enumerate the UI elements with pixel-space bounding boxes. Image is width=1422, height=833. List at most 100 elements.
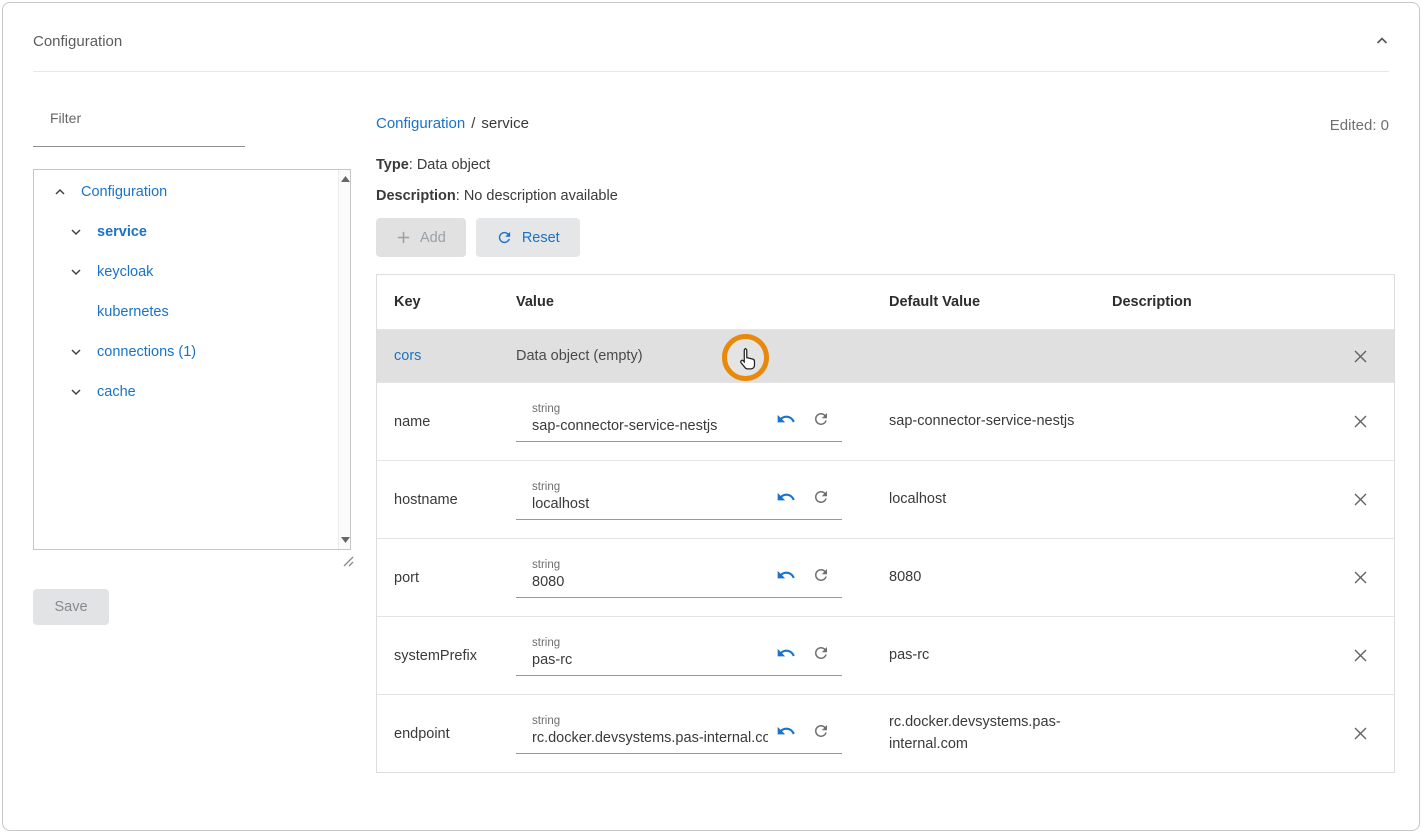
reset-value-button[interactable] xyxy=(812,722,830,740)
close-icon xyxy=(1353,570,1368,585)
default-value: sap-connector-service-nestjs xyxy=(889,411,1112,432)
type-value: : Data object xyxy=(409,157,490,173)
hand-pointer-icon xyxy=(736,346,759,371)
breadcrumb-separator: / xyxy=(471,115,475,132)
scroll-up-icon[interactable] xyxy=(340,173,350,185)
table-row-cors[interactable]: cors Data object (empty) xyxy=(377,329,1394,382)
value-input[interactable] xyxy=(532,493,768,512)
undo-button[interactable] xyxy=(776,487,796,507)
tree-item-label: service xyxy=(97,224,147,240)
column-header-key: Key xyxy=(394,294,516,310)
close-icon xyxy=(1353,648,1368,663)
property-key: hostname xyxy=(394,492,516,508)
value-type-label: string xyxy=(532,637,768,649)
divider xyxy=(33,71,1389,72)
remove-property-button[interactable] xyxy=(1353,570,1368,585)
add-button[interactable]: Add xyxy=(376,218,466,257)
type-line: Type: Data object xyxy=(376,157,490,173)
tree-item-cache[interactable]: cache xyxy=(34,372,337,412)
reset-value-button[interactable] xyxy=(812,566,830,584)
chevron-up-icon[interactable] xyxy=(48,184,72,200)
chevron-down-icon[interactable] xyxy=(64,384,88,400)
value-editor: string xyxy=(516,635,842,676)
table-row-name: name string sap-connector-service-nestjs xyxy=(377,382,1394,460)
reset-value-button[interactable] xyxy=(812,410,830,428)
undo-button[interactable] xyxy=(776,409,796,429)
breadcrumb-configuration-link[interactable]: Configuration xyxy=(376,115,465,132)
undo-button[interactable] xyxy=(776,643,796,663)
undo-icon xyxy=(776,643,796,663)
description-value: : No description available xyxy=(456,188,618,204)
value-type-label: string xyxy=(532,715,768,727)
close-icon xyxy=(1353,414,1368,429)
tree-item-label: Configuration xyxy=(81,184,167,200)
value-input[interactable] xyxy=(532,415,768,434)
scroll-down-icon[interactable] xyxy=(340,534,350,546)
chevron-up-icon xyxy=(1373,32,1391,50)
undo-button[interactable] xyxy=(776,565,796,585)
action-buttons: Add Reset xyxy=(376,218,580,257)
breadcrumb: Configuration/service xyxy=(376,115,529,132)
panel-title: Configuration xyxy=(33,33,122,50)
description-label: Description xyxy=(376,188,456,204)
collapse-panel-button[interactable] xyxy=(1371,30,1393,52)
refresh-icon xyxy=(812,722,830,740)
value-type-label: string xyxy=(532,403,768,415)
refresh-icon xyxy=(812,488,830,506)
chevron-down-icon[interactable] xyxy=(64,264,88,280)
remove-property-button[interactable] xyxy=(1353,648,1368,663)
value-input[interactable] xyxy=(532,649,768,668)
property-key: endpoint xyxy=(394,726,516,742)
tree-item-connections[interactable]: connections (1) xyxy=(34,332,337,372)
remove-property-button[interactable] xyxy=(1353,726,1368,741)
default-value: localhost xyxy=(889,489,1112,510)
config-tree: Configuration service keycloak kubernete… xyxy=(33,169,351,550)
resize-handle[interactable] xyxy=(339,552,355,568)
table-row-port: port string 8080 xyxy=(377,538,1394,616)
column-header-value: Value xyxy=(516,294,889,310)
reset-button-label: Reset xyxy=(522,230,560,246)
add-button-label: Add xyxy=(420,230,446,246)
property-key: systemPrefix xyxy=(394,648,516,664)
chevron-down-icon[interactable] xyxy=(64,224,88,240)
table-row-endpoint: endpoint string rc.docker.devsystems.pas… xyxy=(377,694,1394,772)
tree-scrollbar[interactable] xyxy=(338,170,350,549)
plus-icon xyxy=(396,230,411,245)
chevron-down-icon[interactable] xyxy=(64,344,88,360)
value-editor: string xyxy=(516,479,842,520)
save-button[interactable]: Save xyxy=(33,589,109,625)
value-type-label: string xyxy=(532,481,768,493)
undo-icon xyxy=(776,721,796,741)
click-annotation-ring xyxy=(722,334,769,381)
value-editor: string xyxy=(516,401,842,442)
properties-table: Key Value Default Value Description cors… xyxy=(376,274,1395,773)
close-icon xyxy=(1353,349,1368,364)
value-input[interactable] xyxy=(532,727,768,746)
value-editor: string xyxy=(516,557,842,598)
remove-property-button[interactable] xyxy=(1353,492,1368,507)
reset-value-button[interactable] xyxy=(812,644,830,662)
tree-item-kubernetes[interactable]: kubernetes xyxy=(34,292,337,332)
reset-button[interactable]: Reset xyxy=(476,218,580,257)
remove-property-button[interactable] xyxy=(1353,349,1368,364)
tree-item-service[interactable]: service xyxy=(34,212,337,252)
refresh-icon xyxy=(812,644,830,662)
configuration-panel: Configuration Filter Configuration servi… xyxy=(2,2,1420,831)
tree-item-label: connections (1) xyxy=(97,344,196,360)
tree-item-label: cache xyxy=(97,384,136,400)
remove-property-button[interactable] xyxy=(1353,414,1368,429)
undo-icon xyxy=(776,487,796,507)
tree-item-configuration[interactable]: Configuration xyxy=(34,172,337,212)
value-input[interactable] xyxy=(532,571,768,590)
tree-item-label: keycloak xyxy=(97,264,153,280)
undo-button[interactable] xyxy=(776,721,796,741)
tree-scroll-area: Configuration service keycloak kubernete… xyxy=(34,172,337,549)
table-row-hostname: hostname string localhost xyxy=(377,460,1394,538)
refresh-icon xyxy=(496,229,513,246)
close-icon xyxy=(1353,492,1368,507)
filter-input[interactable] xyxy=(33,121,245,147)
reset-value-button[interactable] xyxy=(812,488,830,506)
tree-item-keycloak[interactable]: keycloak xyxy=(34,252,337,292)
cors-link[interactable]: cors xyxy=(394,348,421,364)
description-line: Description: No description available xyxy=(376,188,618,204)
